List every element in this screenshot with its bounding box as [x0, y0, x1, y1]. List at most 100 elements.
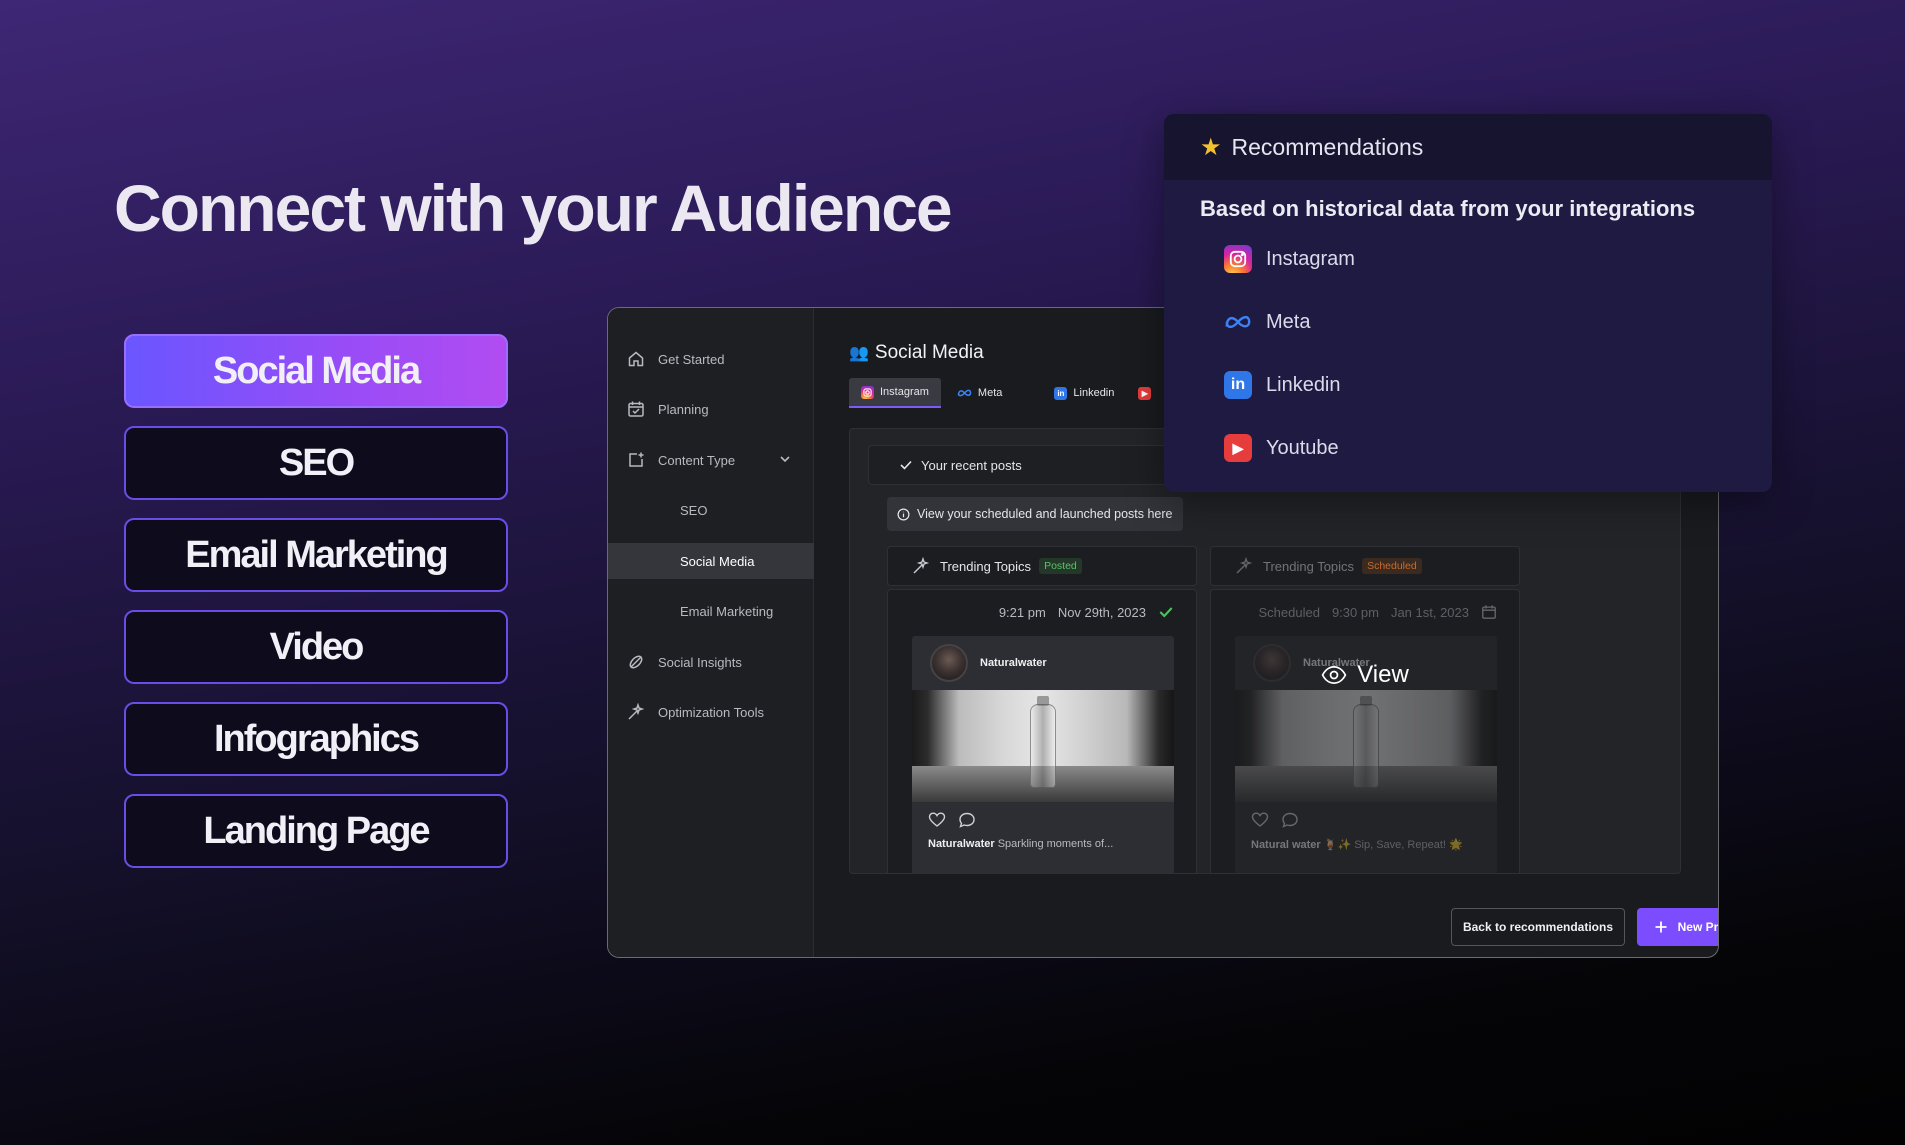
category-video-button[interactable]: Video — [124, 610, 508, 684]
checkmark-icon — [899, 458, 913, 472]
info-text: View your scheduled and launched posts h… — [917, 507, 1173, 521]
category-landing-page-button[interactable]: Landing Page — [124, 794, 508, 868]
card-title: Trending Topics — [940, 558, 1032, 574]
caption-text: Sparkling moments of... — [997, 838, 1114, 850]
info-icon — [897, 508, 910, 521]
comment-icon[interactable] — [958, 811, 976, 829]
view-overlay[interactable]: View — [1211, 590, 1519, 760]
sidebar: Get Started Planning Content Type SEO So… — [608, 308, 814, 957]
recommendations-title: Recommendations — [1231, 133, 1424, 160]
heart-icon[interactable] — [928, 811, 946, 829]
posts-area: Your recent posts View your scheduled an… — [849, 428, 1681, 874]
magic-wand-icon — [1235, 557, 1253, 575]
sidebar-item-social-insights[interactable]: Social Insights — [608, 644, 814, 680]
post-header: Naturalwater — [912, 636, 1174, 690]
category-list: Social Media SEO Email Marketing Video I… — [124, 334, 508, 886]
recent-posts-header[interactable]: Your recent posts — [868, 445, 1168, 485]
recent-posts-label: Your recent posts — [921, 457, 1022, 473]
youtube-icon: ▶ — [1138, 386, 1152, 400]
add-content-icon — [626, 450, 646, 470]
sidebar-item-planning[interactable]: Planning — [608, 391, 814, 427]
recommendations-header: ★ Recommendations — [1164, 114, 1772, 180]
sidebar-item-label: Social Insights — [658, 654, 742, 670]
tab-label: Instagram — [880, 386, 929, 398]
recommendations-panel: ★ Recommendations Based on historical da… — [1164, 114, 1772, 492]
category-social-media-button[interactable]: Social Media — [124, 334, 508, 408]
sidebar-item-content-type[interactable]: Content Type — [608, 442, 814, 478]
back-to-recommendations-button[interactable]: Back to recommendations — [1451, 908, 1625, 946]
tab-linkedin[interactable]: in Linkedin — [1042, 378, 1126, 408]
instagram-icon — [1224, 245, 1252, 273]
home-icon — [626, 349, 646, 369]
view-label: View — [1357, 661, 1409, 688]
tab-youtube[interactable]: ▶ — [1130, 378, 1165, 408]
star-icon: ★ — [1200, 133, 1222, 161]
meta-icon — [957, 388, 972, 398]
magic-wand-icon — [626, 702, 646, 722]
tab-label: Linkedin — [1073, 387, 1115, 399]
card-header-scheduled[interactable]: Trending Topics Scheduled — [1210, 546, 1520, 586]
calendar-check-icon — [626, 399, 646, 419]
insights-icon — [626, 652, 646, 672]
plus-icon — [1654, 920, 1668, 934]
sidebar-subitem-seo[interactable]: SEO — [608, 492, 814, 528]
magic-wand-icon — [912, 557, 930, 575]
post-card-posted: 9:21 pm Nov 29th, 2023 Naturalwater Natu… — [887, 589, 1197, 873]
sidebar-item-label: Get Started — [658, 351, 725, 367]
caption-user: Naturalwater — [928, 838, 995, 850]
post-actions — [1235, 802, 1497, 838]
integration-meta[interactable]: Meta — [1224, 307, 1310, 337]
sidebar-item-label: Content Type — [658, 452, 736, 468]
page-title: 👥 Social Media — [849, 342, 984, 364]
sidebar-item-optimization-tools[interactable]: Optimization Tools — [608, 694, 814, 730]
status-badge: Posted — [1039, 558, 1082, 574]
linkedin-icon: in — [1054, 386, 1068, 400]
caption-text: 🍹✨ Sip, Save, Repeat! 🌟 — [1323, 839, 1463, 851]
post-preview[interactable]: Naturalwater Naturalwater Sparkling mome… — [912, 636, 1174, 873]
people-icon: 👥 — [849, 345, 869, 362]
post-account: Naturalwater — [980, 657, 1047, 669]
sidebar-item-label: Optimization Tools — [658, 704, 764, 720]
info-banner: View your scheduled and launched posts h… — [887, 497, 1183, 531]
headline: Connect with your Audience — [114, 171, 953, 245]
post-time: 9:21 pm — [998, 604, 1046, 620]
sidebar-item-label: Planning — [658, 401, 709, 417]
recommendations-subtitle: Based on historical data from your integ… — [1200, 196, 1696, 221]
integration-label: Youtube — [1266, 436, 1339, 459]
post-meta: 9:21 pm Nov 29th, 2023 — [999, 604, 1174, 620]
check-icon — [1158, 604, 1174, 620]
new-project-button[interactable]: New Project — [1637, 908, 1719, 946]
post-date: Nov 29th, 2023 — [1057, 604, 1146, 620]
tab-meta[interactable]: Meta — [945, 378, 1014, 408]
post-caption: Naturalwater Sparkling moments of... — [912, 838, 1174, 850]
sidebar-item-get-started[interactable]: Get Started — [608, 341, 814, 377]
post-card-scheduled: Scheduled 9:30 pm Jan 1st, 2023 Naturalw… — [1210, 589, 1520, 873]
caption-user: Natural water — [1251, 839, 1321, 851]
heart-icon[interactable] — [1251, 811, 1269, 829]
integration-linkedin[interactable]: in Linkedin — [1224, 370, 1341, 400]
integration-label: Linkedin — [1266, 373, 1341, 396]
category-infographics-button[interactable]: Infographics — [124, 702, 508, 776]
integration-label: Instagram — [1266, 247, 1355, 270]
tab-label: Meta — [977, 387, 1003, 399]
tab-instagram[interactable]: Instagram — [849, 378, 941, 408]
comment-icon[interactable] — [1281, 811, 1299, 829]
new-project-label: New Project — [1677, 920, 1719, 934]
avatar — [930, 644, 968, 682]
sidebar-subitem-social-media[interactable]: Social Media — [608, 543, 814, 579]
category-email-marketing-button[interactable]: Email Marketing — [124, 518, 508, 592]
card-header-posted[interactable]: Trending Topics Posted — [887, 546, 1197, 586]
chevron-down-icon[interactable] — [778, 452, 792, 469]
integration-youtube[interactable]: ▶ Youtube — [1224, 433, 1339, 463]
youtube-icon: ▶ — [1224, 434, 1252, 462]
sidebar-subitem-email-marketing[interactable]: Email Marketing — [608, 593, 814, 629]
instagram-icon — [861, 385, 874, 399]
linkedin-icon: in — [1224, 371, 1252, 399]
post-image — [912, 690, 1174, 802]
integration-label: Meta — [1266, 310, 1311, 333]
card-title: Trending Topics — [1263, 558, 1355, 574]
integration-instagram[interactable]: Instagram — [1224, 244, 1355, 274]
post-caption: Natural water 🍹✨ Sip, Save, Repeat! 🌟 — [1235, 838, 1497, 851]
category-seo-button[interactable]: SEO — [124, 426, 508, 500]
post-actions — [912, 802, 1174, 838]
